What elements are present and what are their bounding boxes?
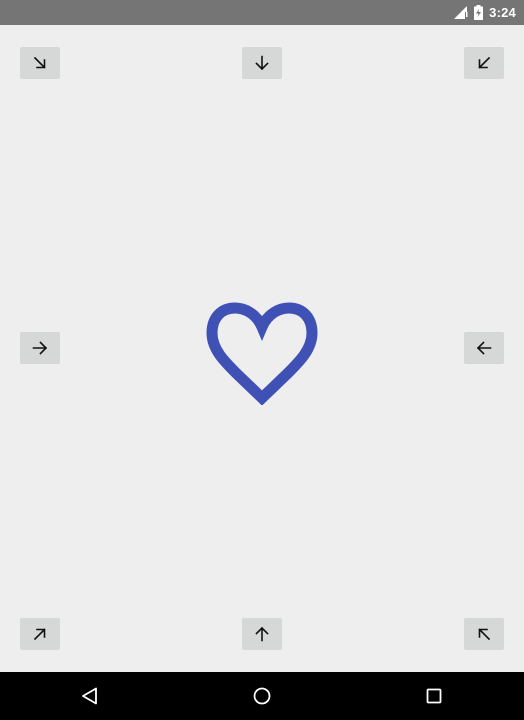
arrow-down-right-icon	[33, 56, 46, 69]
back-button[interactable]	[60, 672, 120, 720]
arrow-up-left-icon	[478, 628, 491, 641]
battery-charging-icon	[474, 5, 484, 20]
arrow-up-icon	[255, 626, 269, 642]
recents-icon	[426, 688, 442, 704]
back-icon	[82, 687, 97, 705]
arrow-down-icon	[255, 55, 269, 71]
arrow-up-right-icon	[33, 628, 46, 641]
arrow-bottom-center-button[interactable]	[242, 618, 282, 650]
arrow-top-right-button[interactable]	[464, 47, 504, 79]
arrow-down-left-icon	[478, 56, 491, 69]
navigation-bar	[0, 672, 524, 720]
arrow-middle-left-button[interactable]	[20, 332, 60, 364]
arrow-bottom-left-button[interactable]	[20, 618, 60, 650]
home-button[interactable]	[232, 672, 292, 720]
recents-button[interactable]	[404, 672, 464, 720]
arrow-top-center-button[interactable]	[242, 47, 282, 79]
arrow-top-left-button[interactable]	[20, 47, 60, 79]
arrow-bottom-right-button[interactable]	[464, 618, 504, 650]
arrow-middle-right-button[interactable]	[464, 332, 504, 364]
arrow-left-icon	[476, 341, 492, 355]
status-icons: 3:24	[454, 0, 516, 25]
heart-outline-icon	[204, 301, 320, 406]
status-time: 3:24	[489, 5, 516, 20]
home-icon	[253, 687, 271, 705]
content-area	[0, 25, 524, 672]
signal-icon	[454, 6, 469, 19]
status-bar: 3:24	[0, 0, 524, 25]
arrow-right-icon	[32, 341, 48, 355]
